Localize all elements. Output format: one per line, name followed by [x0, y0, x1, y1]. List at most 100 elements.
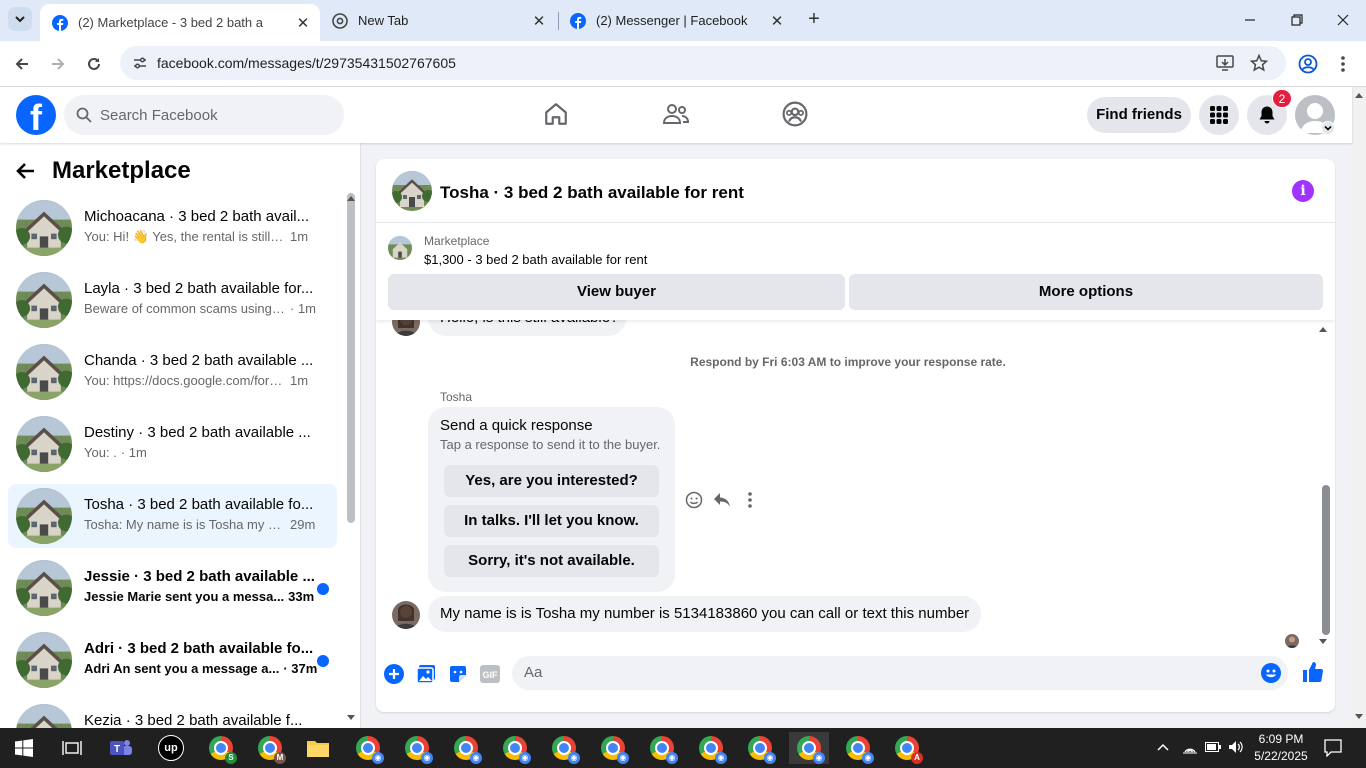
arrow-right-icon — [52, 58, 65, 70]
like-button[interactable] — [1301, 660, 1325, 684]
sender-avatar[interactable] — [392, 601, 420, 629]
conversation-item[interactable]: Tosha · 3 bed 2 bath available fo... Tosh… — [8, 484, 337, 548]
chat-title[interactable]: Tosha · 3 bed 2 bath available for rent — [440, 183, 744, 203]
conversation-item[interactable]: Jessie · 3 bed 2 bath available ... Jessi… — [8, 556, 337, 620]
listing-price[interactable]: $1,300 - 3 bed 2 bath available for rent — [424, 252, 647, 267]
restore-button[interactable] — [1285, 8, 1309, 32]
tab-marketplace[interactable]: (2) Marketplace - 3 bed 2 bath a ✕ — [40, 4, 320, 41]
message-input[interactable] — [524, 664, 1224, 681]
conversation-item[interactable]: Chanda · 3 bed 2 bath available ... You: … — [8, 340, 337, 404]
reply-button[interactable] — [712, 490, 732, 510]
tab-new-tab[interactable]: New Tab ✕ — [320, 4, 556, 37]
scroll-down-icon[interactable] — [347, 715, 355, 721]
page-scrollbar[interactable] — [1352, 87, 1366, 728]
sticker-button[interactable] — [447, 663, 469, 685]
conversation-item[interactable]: Adri · 3 bed 2 bath available fo... Adri … — [8, 628, 337, 692]
inbox-header: Marketplace — [16, 157, 191, 185]
friends-nav[interactable] — [661, 99, 691, 129]
chrome-profile-button[interactable]: S — [201, 732, 241, 764]
close-window-button[interactable] — [1331, 8, 1355, 32]
volume-icon[interactable] — [1228, 740, 1244, 754]
chrome-profile-button[interactable]: ◉ — [838, 732, 878, 764]
listing-thumbnail[interactable] — [388, 236, 412, 260]
message-input-box[interactable] — [512, 656, 1288, 690]
start-button[interactable] — [4, 732, 44, 764]
profile-icon[interactable] — [1298, 54, 1318, 74]
view-buyer-button[interactable]: View buyer — [388, 274, 845, 310]
scroll-up-icon[interactable] — [1319, 326, 1327, 332]
attach-photo-button[interactable] — [415, 663, 437, 685]
account-menu-chevron[interactable] — [1321, 121, 1335, 135]
chrome-menu-icon[interactable] — [1340, 55, 1346, 73]
site-settings-icon — [134, 57, 146, 69]
quick-response-button[interactable]: In talks. I'll let you know. — [444, 505, 659, 537]
conversation-item[interactable]: Layla · 3 bed 2 bath available for... Bew… — [8, 268, 337, 332]
close-tab-icon[interactable]: ✕ — [530, 12, 548, 30]
more-attachments-button[interactable] — [383, 663, 405, 685]
back-arrow-icon[interactable] — [16, 161, 36, 181]
menu-button[interactable] — [1199, 95, 1239, 135]
tab-search-button[interactable] — [8, 7, 32, 31]
home-nav[interactable] — [541, 99, 571, 129]
chrome-profile-button[interactable]: ◉ — [740, 732, 780, 764]
file-explorer-button[interactable] — [298, 732, 338, 764]
plus-circle-icon — [384, 664, 404, 684]
chrome-profile-button[interactable]: ◉ — [593, 732, 633, 764]
react-button[interactable] — [684, 490, 704, 510]
network-icon[interactable] — [1182, 740, 1198, 754]
listing-avatar[interactable] — [392, 171, 432, 211]
inbox-scrollbar[interactable] — [347, 193, 355, 523]
search-input[interactable] — [100, 106, 320, 124]
chrome-profile-button[interactable]: ◉ — [642, 732, 682, 764]
close-tab-icon[interactable]: ✕ — [294, 14, 312, 32]
response-rate-notice: Respond by Fri 6:03 AM to improve your r… — [690, 355, 1006, 369]
teams-button[interactable]: T — [101, 732, 141, 764]
more-actions-button[interactable] — [740, 490, 760, 510]
new-tab-button[interactable]: + — [804, 9, 824, 30]
sender-avatar[interactable] — [392, 320, 420, 336]
gif-icon: GIF — [480, 665, 500, 683]
more-options-button[interactable]: More options — [849, 274, 1323, 310]
scroll-up-icon[interactable] — [347, 195, 355, 201]
chrome-profile-button[interactable]: ◉ — [348, 732, 388, 764]
thread-scrollbar[interactable] — [1322, 485, 1330, 635]
minimize-button[interactable] — [1238, 8, 1262, 32]
notification-center-icon[interactable] — [1324, 739, 1342, 757]
chrome-profile-button[interactable]: ◉ — [544, 732, 584, 764]
minimize-icon — [1245, 19, 1255, 21]
chrome-profile-button[interactable]: ◉ — [397, 732, 437, 764]
install-app-icon[interactable] — [1216, 55, 1234, 71]
facebook-search[interactable] — [64, 95, 344, 135]
emoji-icon[interactable] — [1261, 663, 1281, 683]
facebook-logo[interactable]: f — [16, 95, 56, 135]
conversation-item[interactable]: Michoacana · 3 bed 2 bath avail... You: H… — [8, 196, 337, 260]
reload-button[interactable] — [82, 52, 106, 76]
chrome-profile-button[interactable]: M — [250, 732, 290, 764]
reply-icon — [714, 493, 730, 507]
conversation-info-button[interactable]: i — [1292, 180, 1314, 202]
close-tab-icon[interactable]: ✕ — [768, 12, 786, 30]
conversation-item[interactable]: Kezia · 3 bed 2 bath available f... — [8, 700, 337, 728]
tab-messenger[interactable]: (2) Messenger | Facebook ✕ — [558, 4, 794, 37]
forward-button[interactable] — [46, 52, 70, 76]
task-view-button[interactable] — [52, 732, 92, 764]
chrome-profile-button[interactable]: ◉ — [691, 732, 731, 764]
scroll-down-icon[interactable] — [1319, 639, 1327, 645]
chrome-profile-button[interactable]: ◉ — [446, 732, 486, 764]
quick-response-button[interactable]: Sorry, it's not available. — [444, 545, 659, 577]
groups-nav[interactable] — [780, 99, 810, 129]
find-friends-button[interactable]: Find friends — [1087, 97, 1191, 133]
address-bar[interactable]: facebook.com/messages/t/2973543150276760… — [120, 46, 1286, 80]
taskbar-clock[interactable]: 6:09 PM 5/22/2025 — [1250, 731, 1312, 765]
gif-button[interactable]: GIF — [479, 663, 501, 685]
chrome-profile-button-active[interactable]: ◉ — [789, 732, 829, 764]
conversation-item[interactable]: Destiny · 3 bed 2 bath available ... You:… — [8, 412, 337, 476]
bookmark-star-icon[interactable] — [1250, 54, 1268, 72]
quick-response-button[interactable]: Yes, are you interested? — [444, 465, 659, 497]
back-button[interactable] — [10, 52, 34, 76]
chrome-profile-button[interactable]: A — [887, 732, 927, 764]
chevron-up-icon[interactable] — [1157, 743, 1169, 751]
chrome-profile-button[interactable]: ◉ — [495, 732, 535, 764]
battery-icon[interactable] — [1205, 742, 1221, 752]
upwork-button[interactable]: up — [151, 732, 191, 764]
